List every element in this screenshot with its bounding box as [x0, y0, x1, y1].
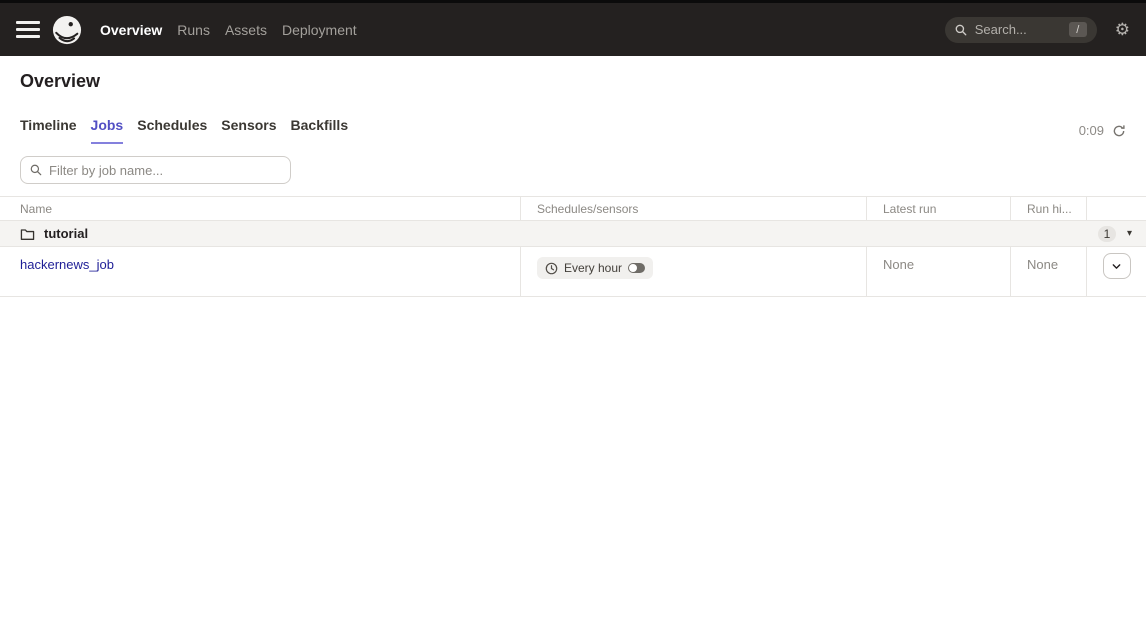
row-actions-cell [1086, 247, 1146, 296]
top-navbar: Overview Runs Assets Deployment Search..… [0, 3, 1146, 56]
dagster-logo-icon[interactable] [52, 15, 82, 45]
tab-timeline[interactable]: Timeline [20, 117, 77, 144]
latest-run-value: None [883, 257, 914, 272]
group-count-badge: 1 [1098, 226, 1116, 242]
group-name: tutorial [44, 226, 88, 241]
clock-icon [545, 262, 558, 275]
run-history-value: None [1027, 257, 1058, 272]
tab-schedules[interactable]: Schedules [137, 117, 207, 144]
job-name-cell: hackernews_job [0, 247, 520, 296]
tab-backfills[interactable]: Backfills [291, 117, 349, 144]
nav-item-assets[interactable]: Assets [225, 22, 267, 38]
nav-item-overview[interactable]: Overview [100, 22, 162, 38]
search-placeholder: Search... [975, 22, 1069, 37]
column-header-latest-run: Latest run [866, 197, 1010, 220]
nav-item-deployment[interactable]: Deployment [282, 22, 357, 38]
settings-gear-icon[interactable]: ⚙ [1115, 21, 1130, 38]
run-history-cell: None [1010, 247, 1086, 296]
refresh-countdown: 0:09 [1079, 123, 1104, 138]
nav-item-runs[interactable]: Runs [177, 22, 210, 38]
jobs-table: Name Schedules/sensors Latest run Run hi… [0, 196, 1146, 297]
folder-icon [20, 227, 35, 241]
search-shortcut-badge: / [1069, 22, 1087, 37]
column-header-run-history: Run hi... [1010, 197, 1086, 220]
table-row: hackernews_job Every hour None None [0, 247, 1146, 297]
table-header-row: Name Schedules/sensors Latest run Run hi… [0, 196, 1146, 221]
repo-group-row-tutorial[interactable]: tutorial 1 ▾ [0, 221, 1146, 247]
job-filter-input[interactable] [49, 163, 281, 178]
job-link-hackernews-job[interactable]: hackernews_job [20, 257, 114, 272]
schedule-toggle-off[interactable] [628, 263, 645, 273]
global-search-input[interactable]: Search... / [945, 17, 1097, 43]
filter-search-icon [30, 164, 42, 176]
search-icon [955, 24, 967, 36]
schedule-label: Every hour [564, 261, 622, 275]
page-title: Overview [20, 71, 1126, 92]
hamburger-menu-icon[interactable] [16, 18, 40, 42]
main-navigation: Overview Runs Assets Deployment [100, 22, 357, 38]
latest-run-cell: None [866, 247, 1010, 296]
column-header-schedules-sensors: Schedules/sensors [520, 197, 866, 220]
column-header-name: Name [0, 197, 520, 220]
schedules-sensors-cell: Every hour [520, 247, 866, 296]
group-collapse-caret-icon[interactable]: ▾ [1127, 229, 1132, 239]
tab-bar: Timeline Jobs Schedules Sensors Backfill… [20, 117, 1126, 144]
tab-sensors[interactable]: Sensors [221, 117, 276, 144]
refresh-timer: 0:09 [1079, 123, 1126, 144]
refresh-icon[interactable] [1112, 124, 1126, 138]
tab-jobs[interactable]: Jobs [91, 117, 124, 144]
job-filter-field [20, 156, 291, 184]
column-header-actions [1086, 197, 1146, 220]
schedule-chip[interactable]: Every hour [537, 257, 653, 279]
overview-page: Overview Timeline Jobs Schedules Sensors… [0, 71, 1146, 184]
row-actions-dropdown-button[interactable] [1103, 253, 1131, 279]
